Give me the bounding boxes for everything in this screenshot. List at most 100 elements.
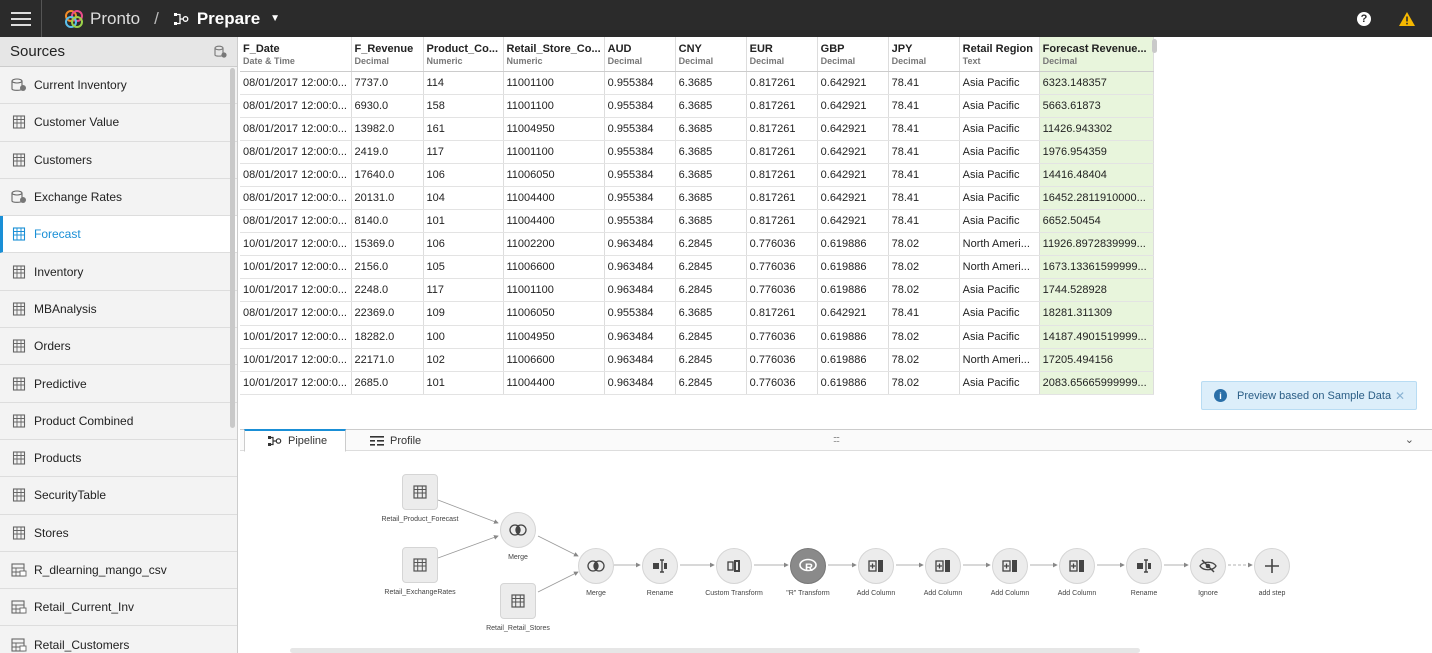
- sidebar-scrollbar[interactable]: [230, 68, 235, 428]
- table-cell[interactable]: 78.41: [888, 301, 960, 326]
- pipeline-node-merge[interactable]: Merge: [478, 512, 558, 561]
- table-cell[interactable]: Asia Pacific: [959, 301, 1040, 326]
- table-cell[interactable]: 0.817261: [746, 301, 818, 326]
- table-cell[interactable]: 08/01/2017 12:00:0...: [240, 301, 352, 326]
- table-cell[interactable]: 11001100: [503, 278, 605, 303]
- table-cell[interactable]: 0.619886: [817, 232, 889, 257]
- table-cell[interactable]: 78.02: [888, 348, 960, 372]
- table-cell[interactable]: 6.3685: [675, 186, 747, 211]
- table-cell[interactable]: 17640.0: [351, 163, 424, 187]
- table-cell[interactable]: 0.963484: [604, 325, 676, 349]
- table-cell[interactable]: 2156.0: [351, 255, 424, 280]
- table-cell[interactable]: 2248.0: [351, 278, 424, 303]
- table-cell[interactable]: 0.955384: [604, 117, 676, 141]
- table-cell[interactable]: 0.776036: [746, 348, 818, 372]
- table-cell[interactable]: 08/01/2017 12:00:0...: [240, 186, 352, 211]
- table-cell[interactable]: 0.642921: [817, 140, 889, 164]
- table-cell[interactable]: 0.817261: [746, 209, 818, 234]
- add-source-icon[interactable]: [214, 45, 227, 58]
- pipeline-scrollbar[interactable]: [290, 648, 1140, 653]
- table-cell[interactable]: 78.41: [888, 209, 960, 234]
- table-cell[interactable]: 11001100: [503, 94, 605, 118]
- table-cell[interactable]: 20131.0: [351, 186, 424, 211]
- table-cell[interactable]: 0.955384: [604, 163, 676, 187]
- pipeline-node-retail-retail-stores[interactable]: Retail_Retail_Stores: [478, 583, 558, 632]
- table-cell[interactable]: 105: [423, 255, 504, 280]
- table-cell[interactable]: 11006600: [503, 348, 605, 372]
- table-cell[interactable]: 0.963484: [604, 278, 676, 303]
- collapse-panel-icon[interactable]: ⌄: [1405, 433, 1414, 446]
- table-cell[interactable]: 11001100: [503, 140, 605, 164]
- column-header[interactable]: GBP Decimal: [817, 37, 889, 72]
- table-cell[interactable]: 08/01/2017 12:00:0...: [240, 209, 352, 234]
- table-cell[interactable]: 117: [423, 278, 504, 303]
- table-cell[interactable]: 0.619886: [817, 255, 889, 280]
- table-cell[interactable]: 109: [423, 301, 504, 326]
- table-cell[interactable]: 7737.0: [351, 71, 424, 95]
- table-cell[interactable]: 6930.0: [351, 94, 424, 118]
- table-cell[interactable]: 08/01/2017 12:00:0...: [240, 163, 352, 187]
- table-cell[interactable]: Asia Pacific: [959, 140, 1040, 164]
- column-header[interactable]: Forecast Revenue... Decimal: [1039, 37, 1154, 72]
- table-cell[interactable]: 104: [423, 186, 504, 211]
- table-cell[interactable]: 08/01/2017 12:00:0...: [240, 71, 352, 95]
- table-cell[interactable]: 22171.0: [351, 348, 424, 372]
- table-cell[interactable]: Asia Pacific: [959, 371, 1040, 395]
- table-cell[interactable]: 6.3685: [675, 140, 747, 164]
- table-cell[interactable]: 0.642921: [817, 71, 889, 95]
- table-cell[interactable]: 0.955384: [604, 140, 676, 164]
- table-cell[interactable]: 11004950: [503, 117, 605, 141]
- table-cell[interactable]: 0.619886: [817, 371, 889, 395]
- table-cell[interactable]: 117: [423, 140, 504, 164]
- table-cell[interactable]: 2685.0: [351, 371, 424, 395]
- table-cell[interactable]: 0.955384: [604, 186, 676, 211]
- table-cell[interactable]: 18282.0: [351, 325, 424, 349]
- table-cell[interactable]: 0.955384: [604, 71, 676, 95]
- table-cell[interactable]: 101: [423, 371, 504, 395]
- table-cell[interactable]: 11001100: [503, 71, 605, 95]
- table-cell[interactable]: 0.619886: [817, 278, 889, 303]
- table-cell[interactable]: 15369.0: [351, 232, 424, 257]
- sidebar-item-retail-current-inv[interactable]: Retail_Current_Inv: [0, 589, 237, 627]
- table-cell[interactable]: 0.776036: [746, 325, 818, 349]
- table-cell[interactable]: 2419.0: [351, 140, 424, 164]
- table-cell[interactable]: 08/01/2017 12:00:0...: [240, 94, 352, 118]
- sidebar-item-stores[interactable]: Stores: [0, 514, 237, 552]
- sidebar-item-mbanalysis[interactable]: MBAnalysis: [0, 290, 237, 329]
- table-cell[interactable]: 78.02: [888, 325, 960, 349]
- table-cell[interactable]: North Ameri...: [959, 232, 1040, 257]
- table-cell[interactable]: Asia Pacific: [959, 325, 1040, 349]
- table-cell[interactable]: 08/01/2017 12:00:0...: [240, 140, 352, 164]
- table-cell[interactable]: 1976.954359: [1039, 140, 1154, 164]
- table-cell[interactable]: 14416.48404: [1039, 163, 1154, 187]
- table-cell[interactable]: 11426.943302: [1039, 117, 1154, 141]
- table-cell[interactable]: 0.619886: [817, 325, 889, 349]
- table-cell[interactable]: 6.3685: [675, 117, 747, 141]
- table-cell[interactable]: 6.2845: [675, 278, 747, 303]
- table-cell[interactable]: 0.776036: [746, 371, 818, 395]
- table-cell[interactable]: 22369.0: [351, 301, 424, 326]
- sidebar-item-exchange-rates[interactable]: Exchange Rates: [0, 178, 237, 217]
- table-cell[interactable]: 6652.50454: [1039, 209, 1154, 234]
- table-cell[interactable]: 0.619886: [817, 348, 889, 372]
- table-cell[interactable]: 78.02: [888, 232, 960, 257]
- sidebar-item-forecast[interactable]: Forecast: [0, 216, 237, 254]
- column-header[interactable]: AUD Decimal: [604, 37, 676, 72]
- column-header[interactable]: Product_Co... Numeric: [423, 37, 504, 72]
- close-icon[interactable]: ✕: [1395, 389, 1405, 403]
- table-cell[interactable]: 11002200: [503, 232, 605, 257]
- sidebar-item-products[interactable]: Products: [0, 439, 237, 478]
- sidebar-item-customers[interactable]: Customers: [0, 141, 237, 179]
- table-cell[interactable]: 11004400: [503, 186, 605, 211]
- table-cell[interactable]: 14187.4901519999...: [1039, 325, 1154, 349]
- table-cell[interactable]: 0.776036: [746, 278, 818, 303]
- table-cell[interactable]: 0.963484: [604, 371, 676, 395]
- table-cell[interactable]: 1673.13361599999...: [1039, 255, 1154, 280]
- table-cell[interactable]: North Ameri...: [959, 348, 1040, 372]
- table-cell[interactable]: 08/01/2017 12:00:0...: [240, 117, 352, 141]
- table-cell[interactable]: 17205.494156: [1039, 348, 1154, 372]
- table-cell[interactable]: 18281.311309: [1039, 301, 1154, 326]
- sidebar-item-orders[interactable]: Orders: [0, 328, 237, 366]
- table-cell[interactable]: 161: [423, 117, 504, 141]
- table-cell[interactable]: 16452.2811910000...: [1039, 186, 1154, 211]
